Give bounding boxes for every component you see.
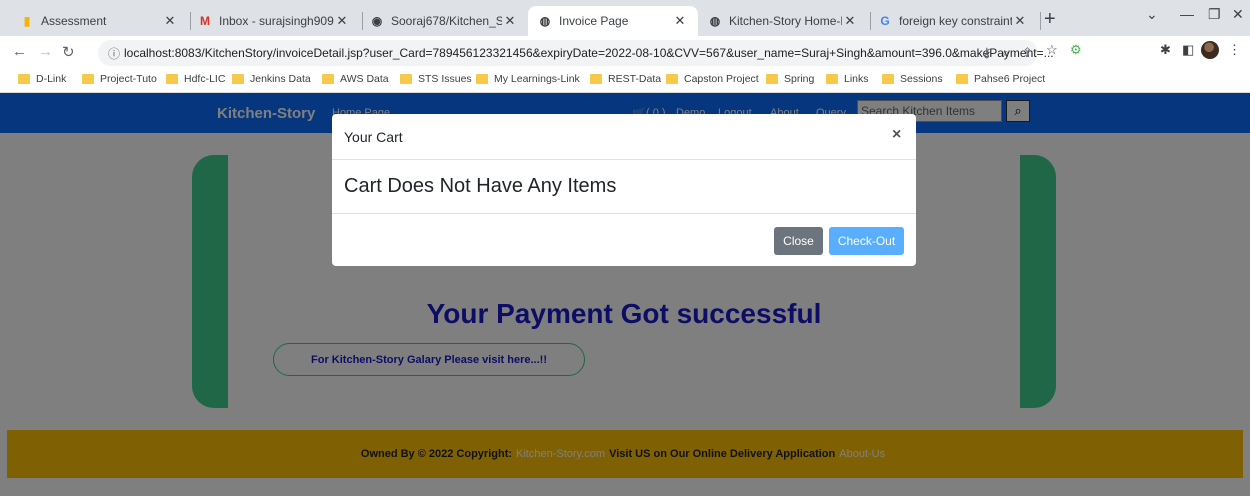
close-tab-icon[interactable]: ✕ [502,13,518,29]
extension-icon[interactable]: ⚙ [1070,42,1082,58]
bookmark-item[interactable]: D-Link [18,73,66,85]
close-button[interactable]: Close [774,227,823,255]
close-window-icon[interactable]: ✕ [1232,6,1244,23]
bookmark-item[interactable]: REST-Data [590,73,661,85]
minimize-icon[interactable]: — [1180,6,1194,22]
address-toolbar: ← → ↻ ⓘ localhost:8083/KitchenStory/invo… [0,36,1250,68]
tab-foreign-key[interactable]: G foreign key constraint in sq ✕ [868,6,1038,36]
url-bar[interactable]: ⓘ localhost:8083/KitchenStory/invoiceDet… [98,40,1054,66]
folder-icon [166,74,178,84]
tab-invoice-page[interactable]: ◍ Invoice Page ✕ [528,6,698,36]
bookmark-item[interactable]: Capston Project [666,73,759,85]
cart-modal: Your Cart × Cart Does Not Have Any Items… [332,114,916,266]
tab-kitchen-story-home[interactable]: ◍ Kitchen-Story Home-Page ✕ [698,6,868,36]
google-icon: G [880,14,890,28]
tab-assessment[interactable]: ▮ Assessment ✕ [10,6,188,36]
profile-avatar[interactable] [1201,41,1219,59]
folder-icon [666,74,678,84]
bookmark-item[interactable]: Sessions [882,73,943,85]
close-tab-icon[interactable]: ✕ [1012,13,1028,29]
modal-header: Your Cart × [332,114,916,160]
close-tab-icon[interactable]: ✕ [162,13,178,29]
close-tab-icon[interactable]: ✕ [672,13,688,29]
tab-github[interactable]: ◉ Sooraj678/Kitchen_Story: Pl ✕ [360,6,528,36]
gmail-icon: M [200,14,210,28]
close-tab-icon[interactable]: ✕ [842,13,858,29]
forward-icon[interactable]: → [38,43,53,60]
close-icon[interactable]: × [892,126,901,144]
browser-tab-strip: ▮ Assessment ✕ M Inbox - surajsingh9090@… [0,0,1250,36]
folder-icon [590,74,602,84]
bookmark-item[interactable]: STS Issues [400,73,472,85]
folder-icon [400,74,412,84]
checkout-button[interactable]: Check-Out [829,227,904,255]
github-icon: ◉ [371,14,383,28]
folder-icon [476,74,488,84]
folder-icon [882,74,894,84]
folder-icon [82,74,94,84]
menu-icon[interactable]: ⋮ [1228,42,1241,58]
modal-title: Your Cart [344,129,403,145]
share-icon[interactable]: ⇪ [1022,45,1033,61]
folder-icon [956,74,968,84]
bookmark-item[interactable]: Spring [766,73,814,85]
folder-icon [232,74,244,84]
cart-empty-message: Cart Does Not Have Any Items [344,175,617,197]
new-tab-icon[interactable]: + [1044,8,1056,31]
bookmark-item[interactable]: My Learnings-Link [476,73,580,85]
bookmarks-bar: D-Link Project-Tuto Hdfc-LIC Jenkins Dat… [0,68,1250,93]
reload-icon[interactable]: ↻ [62,43,75,61]
bookmark-item[interactable]: Links [826,73,869,85]
globe-icon: ◍ [539,14,551,28]
zoom-icon[interactable]: ⌕ [1002,45,1009,61]
folder-icon [826,74,838,84]
site-info-icon[interactable]: ⓘ [108,45,120,62]
bookmark-item[interactable]: Hdfc-LIC [166,73,225,85]
back-icon[interactable]: ← [12,43,27,60]
maximize-icon[interactable]: ❐ [1208,6,1221,23]
bookmark-item[interactable]: Pahse6 Project [956,73,1045,85]
bookmark-item[interactable]: Project-Tuto [82,73,157,85]
bookmark-item[interactable]: AWS Data [322,73,389,85]
url-text[interactable]: localhost:8083/KitchenStory/invoiceDetai… [124,46,1054,60]
assessment-icon: ▮ [23,14,31,28]
password-key-icon[interactable]: ⚷ [982,45,992,61]
tab-search-icon[interactable]: ⌄ [1146,6,1158,23]
close-tab-icon[interactable]: ✕ [334,13,350,29]
folder-icon [18,74,30,84]
bookmark-star-icon[interactable]: ☆ [1046,42,1058,58]
modal-body: Cart Does Not Have Any Items [332,160,916,214]
extensions-puzzle-icon[interactable]: ✱ [1160,42,1171,58]
folder-icon [766,74,778,84]
folder-icon [322,74,334,84]
bookmark-item[interactable]: Jenkins Data [232,73,311,85]
tab-inbox[interactable]: M Inbox - surajsingh9090@gm ✕ [188,6,360,36]
globe-icon: ◍ [709,14,721,28]
side-panel-icon[interactable]: ◧ [1182,42,1194,58]
